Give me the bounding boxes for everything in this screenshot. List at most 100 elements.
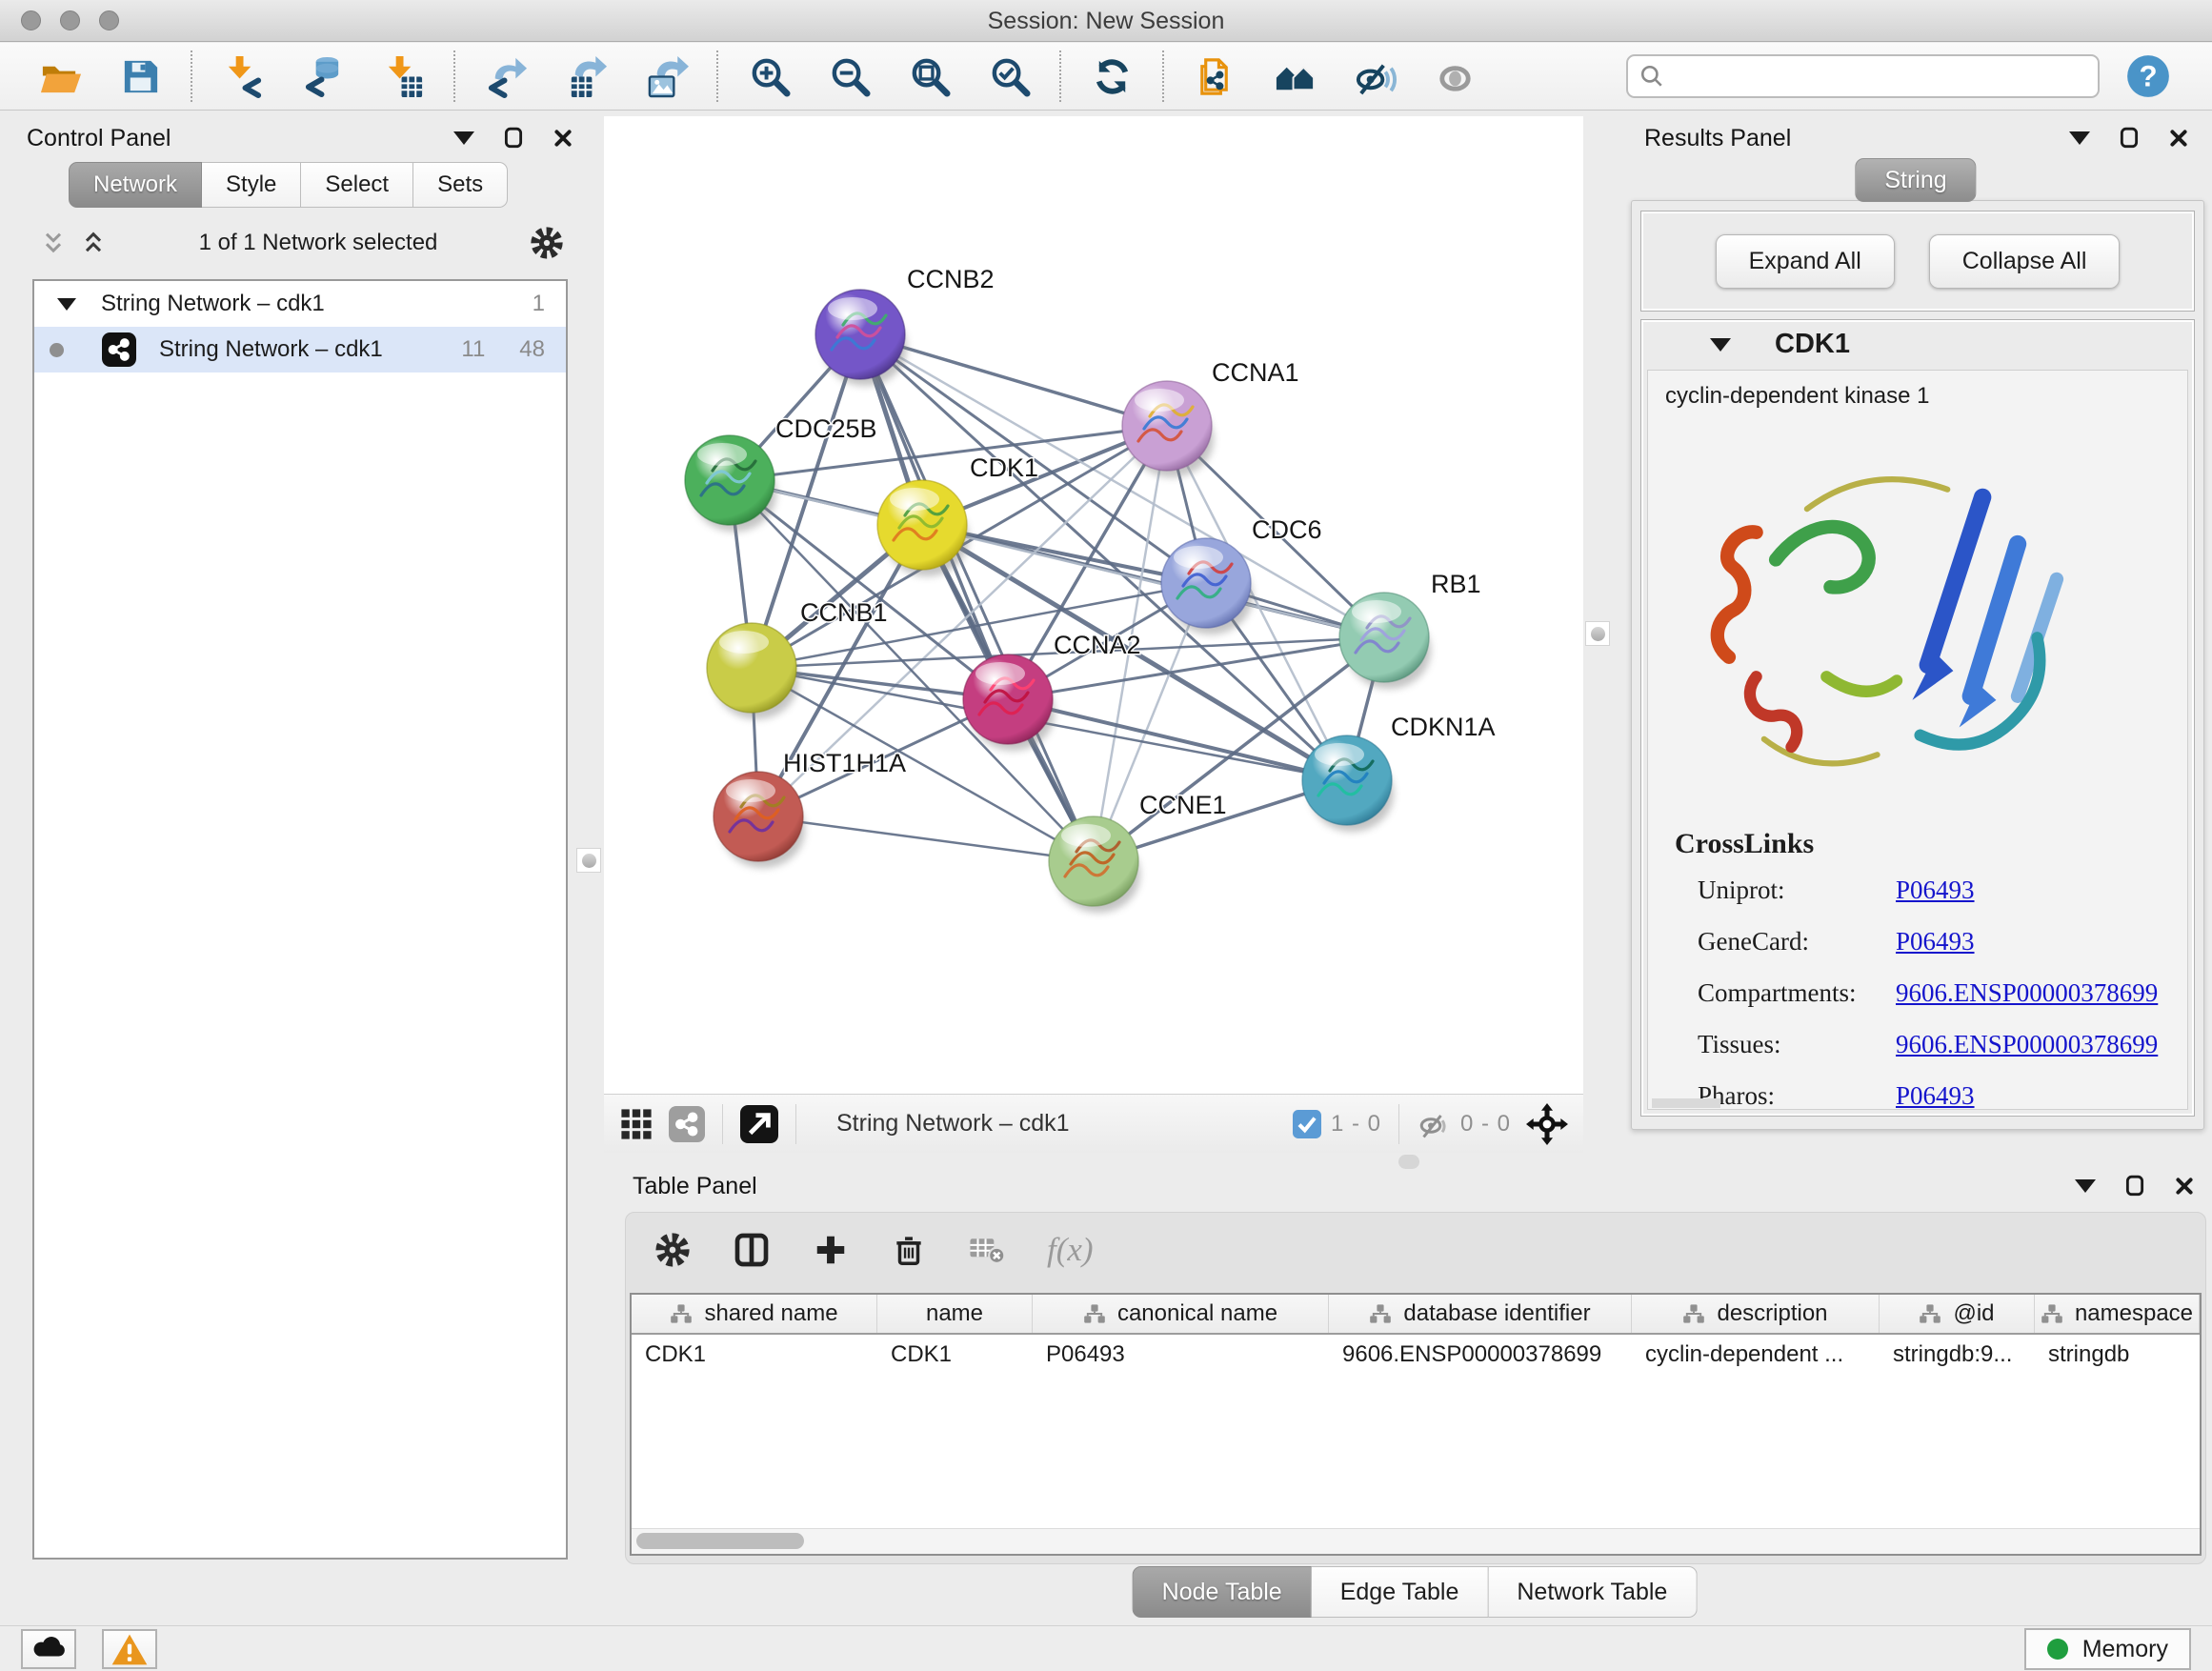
help-button[interactable]: ? — [2124, 52, 2172, 100]
crosshair-icon[interactable] — [1526, 1103, 1568, 1145]
open-session-button[interactable] — [36, 52, 84, 100]
save-floppy-icon — [118, 54, 163, 99]
crosslink-link-pharos[interactable]: P06493 — [1896, 1081, 1975, 1111]
refresh-button[interactable] — [1088, 52, 1136, 100]
left-splitter-handle[interactable] — [576, 848, 601, 873]
mini-scrollbar[interactable] — [1652, 1098, 1720, 1108]
export-image-icon — [644, 54, 689, 99]
export-table-button[interactable] — [562, 52, 610, 100]
scrollbar-thumb[interactable] — [636, 1533, 804, 1549]
column-header-id[interactable]: @id — [1880, 1295, 2035, 1333]
cell-name[interactable]: CDK1 — [877, 1335, 1033, 1375]
float-panel-icon[interactable] — [2119, 127, 2140, 150]
cell-id[interactable]: stringdb:9... — [1880, 1335, 2035, 1375]
float-panel-icon[interactable] — [2124, 1175, 2145, 1198]
selected-count: 1 - 0 — [1331, 1111, 1381, 1137]
main-toolbar: ? — [0, 43, 2212, 111]
collapse-panel-icon[interactable] — [453, 131, 474, 145]
network-view[interactable]: CCNB2CCNA1CDC25BCDK1CDC6RB1CCNB1CCNA2CDK… — [604, 116, 1583, 1094]
tab-network[interactable]: Network — [69, 162, 202, 208]
function-builder-button[interactable]: f(x) — [1047, 1231, 1094, 1269]
collapse-entry-icon[interactable] — [1710, 338, 1731, 352]
show-columns-icon[interactable] — [733, 1231, 771, 1269]
gear-icon[interactable] — [530, 226, 564, 260]
export-network-button[interactable] — [482, 52, 530, 100]
column-header-database-identifier[interactable]: database identifier — [1329, 1295, 1632, 1333]
table-row[interactable]: CDK1 CDK1 P06493 9606.ENSP00000378699 cy… — [632, 1335, 2200, 1375]
float-panel-icon[interactable] — [503, 127, 524, 150]
window-title: Session: New Session — [0, 0, 2212, 42]
import-database-button[interactable] — [299, 52, 347, 100]
column-header-canonical-name[interactable]: canonical name — [1033, 1295, 1329, 1333]
add-column-icon[interactable] — [813, 1232, 849, 1268]
save-session-button[interactable] — [116, 52, 164, 100]
show-panel-button[interactable] — [1431, 52, 1478, 100]
close-panel-icon[interactable] — [2174, 1176, 2195, 1197]
expand-all-icon[interactable] — [80, 230, 107, 256]
network-row[interactable]: String Network – cdk1 11 48 — [34, 327, 566, 372]
right-splitter-handle[interactable] — [1585, 621, 1610, 646]
home-button[interactable] — [1271, 52, 1318, 100]
collapse-panel-icon[interactable] — [2069, 131, 2090, 145]
memory-status-dot — [2047, 1639, 2068, 1660]
memory-button[interactable]: Memory — [2024, 1628, 2191, 1670]
zoom-in-button[interactable] — [745, 52, 793, 100]
expand-collection-icon[interactable] — [57, 298, 76, 311]
collapse-panel-icon[interactable] — [2075, 1179, 2096, 1193]
delete-icon[interactable] — [891, 1232, 927, 1268]
search-input[interactable] — [1674, 63, 2086, 90]
collapse-all-button[interactable]: Collapse All — [1929, 234, 2121, 289]
crosslink-link-genecard[interactable]: P06493 — [1896, 927, 1975, 956]
expand-all-button[interactable]: Expand All — [1716, 234, 1895, 289]
gear-icon[interactable] — [654, 1232, 691, 1268]
close-window-button[interactable] — [21, 10, 41, 30]
cloud-button[interactable] — [21, 1629, 76, 1669]
control-panel-title: Control Panel — [27, 125, 171, 152]
crosslink-link-compartments[interactable]: 9606.ENSP00000378699 — [1896, 978, 2158, 1008]
tab-style[interactable]: Style — [202, 162, 301, 208]
tab-select[interactable]: Select — [301, 162, 413, 208]
node-result-header[interactable]: CDK1 — [1641, 320, 2194, 370]
close-panel-icon[interactable] — [2168, 128, 2189, 149]
cell-database-identifier[interactable]: 9606.ENSP00000378699 — [1329, 1335, 1632, 1375]
import-network-button[interactable] — [219, 52, 267, 100]
export-image-button[interactable] — [642, 52, 690, 100]
birds-eye-view-icon[interactable] — [740, 1105, 778, 1143]
tab-edge-table[interactable]: Edge Table — [1312, 1566, 1489, 1618]
import-table-button[interactable] — [379, 52, 427, 100]
minimize-window-button[interactable] — [60, 10, 80, 30]
share-view-icon[interactable] — [669, 1106, 705, 1142]
cell-description[interactable]: cyclin-dependent ... — [1632, 1335, 1880, 1375]
zoom-out-button[interactable] — [825, 52, 873, 100]
zoom-fit-button[interactable] — [905, 52, 953, 100]
column-header-shared-name[interactable]: shared name — [632, 1295, 877, 1333]
delete-table-icon[interactable] — [969, 1234, 1005, 1266]
warnings-button[interactable] — [102, 1629, 157, 1669]
network-collection-row[interactable]: String Network – cdk1 1 — [34, 281, 566, 327]
close-panel-icon[interactable] — [553, 128, 573, 149]
collapse-all-icon[interactable] — [40, 230, 67, 256]
column-header-name[interactable]: name — [877, 1295, 1033, 1333]
column-header-description[interactable]: description — [1632, 1295, 1880, 1333]
tab-network-table[interactable]: Network Table — [1488, 1566, 1697, 1618]
cell-canonical-name[interactable]: P06493 — [1033, 1335, 1329, 1375]
crosslink-link-tissues[interactable]: 9606.ENSP00000378699 — [1896, 1030, 2158, 1059]
maximize-window-button[interactable] — [99, 10, 119, 30]
documents-share-button[interactable] — [1191, 52, 1238, 100]
network-edge[interactable] — [860, 334, 1094, 861]
tab-node-table[interactable]: Node Table — [1133, 1566, 1312, 1618]
horizontal-scrollbar[interactable] — [632, 1528, 2200, 1554]
tab-sets[interactable]: Sets — [413, 162, 508, 208]
network-canvas-svg[interactable]: CCNB2CCNA1CDC25BCDK1CDC6RB1CCNB1CCNA2CDK… — [604, 116, 1583, 1094]
tab-string[interactable]: String — [1855, 158, 1976, 202]
grid-view-icon[interactable] — [619, 1107, 654, 1141]
cell-namespace[interactable]: stringdb — [2035, 1335, 2200, 1375]
crosslink-link-uniprot[interactable]: P06493 — [1896, 876, 1975, 905]
column-header-namespace[interactable]: namespace — [2035, 1295, 2200, 1333]
selected-checkbox-icon[interactable] — [1293, 1110, 1321, 1138]
hidden-eye-icon[interactable] — [1417, 1107, 1451, 1141]
network-edge[interactable] — [758, 816, 1094, 861]
hide-panels-button[interactable] — [1351, 52, 1398, 100]
cell-shared-name[interactable]: CDK1 — [632, 1335, 877, 1375]
zoom-selected-button[interactable] — [985, 52, 1033, 100]
